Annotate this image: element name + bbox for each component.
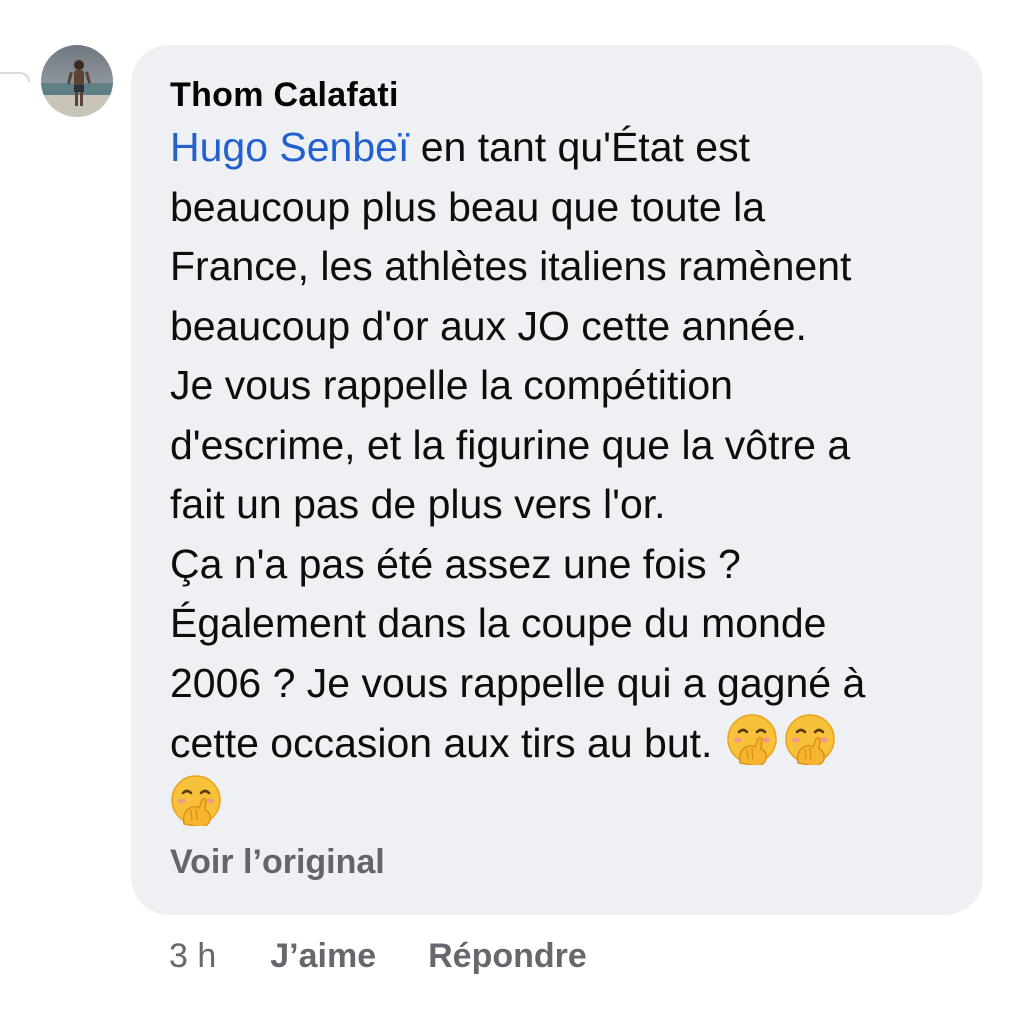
comment-line: d'escrime, et la figurine que la vôtre a <box>170 421 851 468</box>
face-with-hand-over-mouth-emoji <box>785 714 836 765</box>
comment-actions: 3 h J’aime Répondre <box>169 934 587 978</box>
avatar-photo <box>41 45 113 117</box>
reply-button[interactable]: Répondre <box>428 937 587 976</box>
see-original-link[interactable]: Voir l’original <box>170 842 953 882</box>
avatar[interactable] <box>41 45 113 117</box>
comment-line: Également dans la coupe du monde <box>170 600 827 646</box>
comment-text: Hugo Senbeï en tant qu'État est beaucoup… <box>170 118 953 834</box>
comment-line: cette occasion aux tirs au but. <box>170 713 953 774</box>
comment-line-text: cette occasion aux tirs au but. <box>170 720 713 766</box>
comment-line: Hugo Senbeï en tant qu'État est <box>170 118 953 178</box>
comment-line: Je vous rappelle la compétition <box>170 362 733 408</box>
comment-line: France, les athlètes italiens ramènent <box>170 243 852 289</box>
comment-bubble: Thom Calafati Hugo Senbeï en tant qu'Éta… <box>131 45 983 915</box>
comment-timestamp[interactable]: 3 h <box>169 937 216 976</box>
comment-line: 2006 ? Je vous rappelle qui a gagné à <box>170 659 866 706</box>
comment-line: beaucoup plus beau que toute la <box>170 183 766 230</box>
comment-line <box>170 774 953 835</box>
face-with-hand-over-mouth-emoji <box>171 774 221 826</box>
comment-line: fait un pas de plus vers l'or. <box>170 481 666 527</box>
thread-connector-line <box>0 72 30 82</box>
comment-author-name[interactable]: Thom Calafati <box>170 75 953 115</box>
like-button[interactable]: J’aime <box>270 937 376 976</box>
mention-link[interactable]: Hugo Senbeï <box>170 124 409 170</box>
face-with-hand-over-mouth-emoji <box>727 714 778 765</box>
comment-line-text: en tant qu'État est <box>409 124 750 170</box>
comment-thread: Thom Calafati Hugo Senbeï en tant qu'Éta… <box>0 0 1031 1020</box>
comment-line: Ça n'a pas été assez une fois ? <box>170 540 741 587</box>
comment-line: beaucoup d'or aux JO cette année. <box>170 302 807 349</box>
